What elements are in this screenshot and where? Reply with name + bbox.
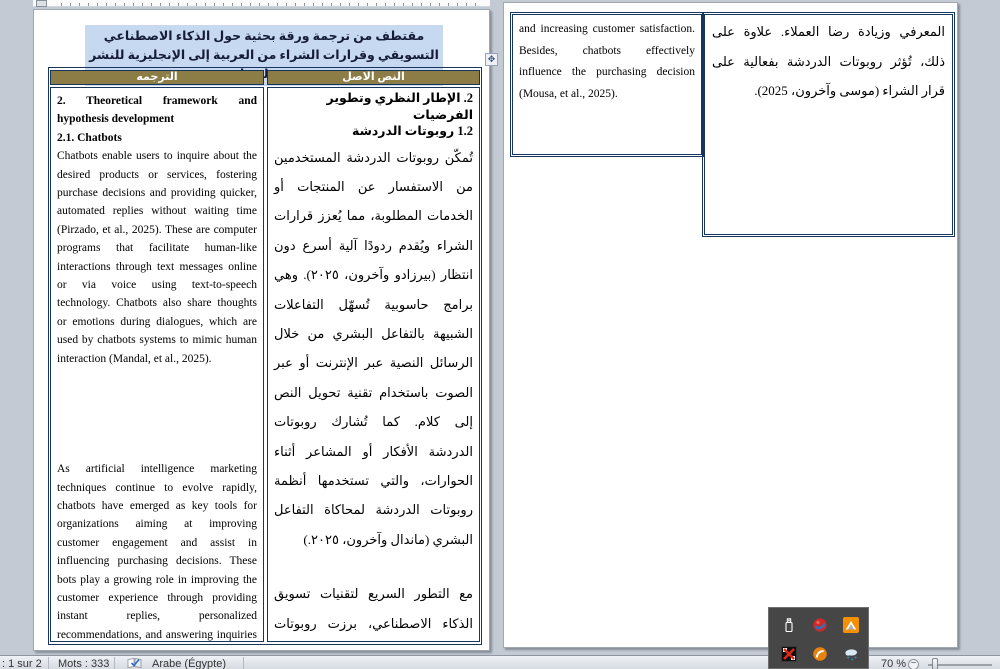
page-indicator[interactable]: : 1 sur 2 (2, 658, 42, 669)
usb-device-icon[interactable] (781, 617, 797, 633)
arabic-paragraph-1[interactable]: تُمكّن روبوتات الدردشة المستخدمين من الا… (274, 143, 473, 555)
english-paragraph-2[interactable]: As artificial intelligence marketing tec… (57, 460, 257, 641)
arabic-heading-2[interactable]: 1.2 روبوتات الدردشة (274, 123, 473, 140)
arabic-original-cell[interactable]: 2. الإطار النظري وتطوير الفرضيات 1.2 روب… (267, 87, 480, 642)
keyboard-layout-icon[interactable] (781, 646, 797, 662)
table-header-translation[interactable]: الترجمه (50, 70, 264, 85)
language-indicator[interactable]: Arabe (Égypte) (152, 658, 226, 669)
document-page-1: مقتطف من ترجمة ورقة بحثية حول الذكاء الا… (33, 9, 490, 651)
orange-triangle-app-icon[interactable] (843, 617, 859, 633)
english-heading-1[interactable]: 2. Theoretical framework and hypothesis … (57, 92, 257, 129)
arabic-continuation-cell[interactable]: المعرفي وزيادة رضا العملاء. علاوة على ذل… (702, 12, 955, 237)
zoom-level[interactable]: 70 % (881, 658, 906, 669)
zoom-slider-thumb[interactable] (932, 658, 938, 669)
word-count[interactable]: Mots : 333 (58, 658, 109, 669)
ccleaner-icon[interactable] (812, 617, 828, 633)
statusbar-separator (48, 657, 49, 669)
english-continuation-cell[interactable]: and increasing customer satisfaction. Be… (510, 12, 704, 157)
english-heading-2[interactable]: 2.1. Chatbots (57, 129, 257, 147)
system-tray-overflow-popup: + + + (768, 607, 869, 669)
svg-text:+: + (854, 656, 857, 662)
horizontal-ruler[interactable] (33, 0, 490, 7)
weather-cloud-icon[interactable]: + + + (843, 646, 859, 662)
avira-antivirus-icon[interactable] (812, 646, 828, 662)
statusbar-separator (114, 657, 115, 669)
arabic-heading-1[interactable]: 2. الإطار النظري وتطوير الفرضيات (274, 90, 473, 123)
english-paragraph-1[interactable]: Chatbots enable users to inquire about t… (57, 147, 257, 368)
arabic-paragraph-2[interactable]: مع التطور السريع لتقنيات تسويق الذكاء ال… (274, 579, 473, 641)
table-header-original[interactable]: النص الاصل (267, 70, 480, 85)
ruler-ticks (61, 3, 480, 6)
ruler-indent-marker[interactable] (36, 0, 47, 7)
table-move-handle-icon[interactable]: ✥ (485, 53, 498, 66)
translation-table: الترجمه النص الاصل 2. Theoretical framew… (48, 67, 482, 645)
statusbar-separator (243, 657, 244, 669)
english-translation-cell[interactable]: 2. Theoretical framework and hypothesis … (50, 87, 264, 642)
zoom-out-button[interactable]: − (908, 659, 919, 669)
spelling-check-icon[interactable] (127, 657, 142, 669)
document-page-2: and increasing customer satisfaction. Be… (503, 2, 958, 648)
svg-text:+: + (847, 656, 850, 662)
